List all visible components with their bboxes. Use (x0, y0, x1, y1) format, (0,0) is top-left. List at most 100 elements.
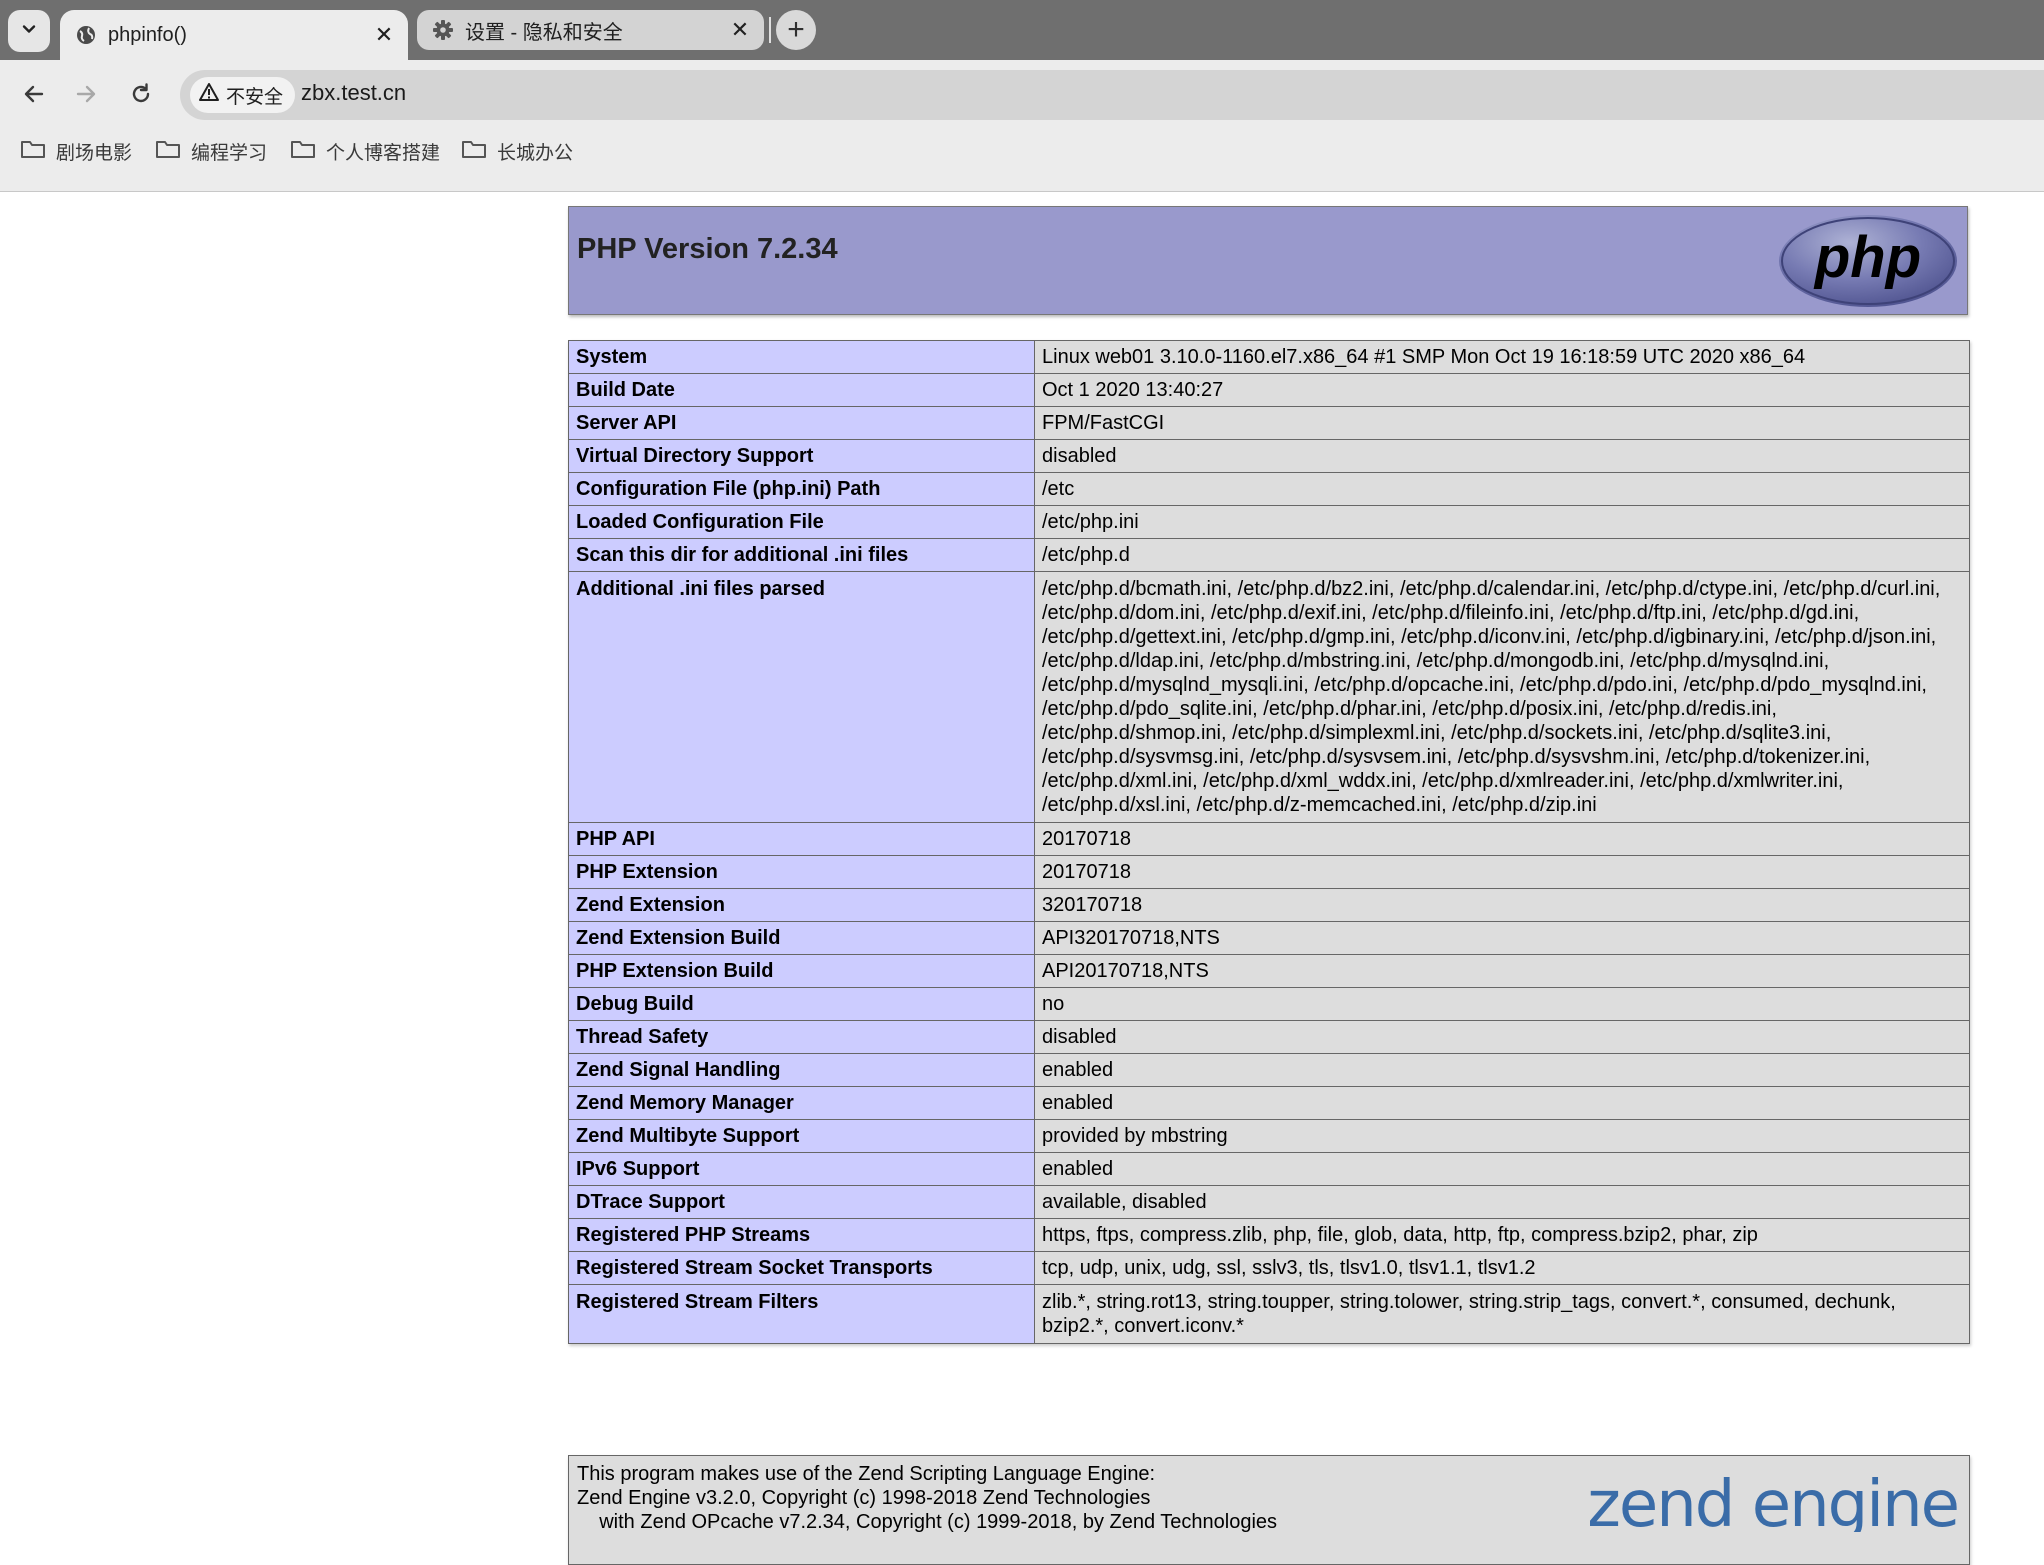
row-label: Virtual Directory Support (568, 439, 1035, 473)
table-row: System Linux web01 3.10.0-1160.el7.x86_64… (568, 340, 1970, 374)
zend-engine-logo[interactable]: zend engine (1583, 1466, 1963, 1532)
reload-icon (129, 82, 153, 111)
row-label: Configuration File (php.ini) Path (568, 472, 1035, 506)
tab-label: phpinfo() (108, 23, 187, 46)
table-row: Additional .ini files parsed/etc/php.d/b… (568, 571, 1970, 823)
table-row: Zend Multibyte Support provided by mbstri… (568, 1119, 1970, 1153)
table-row: Thread Safety disabled (568, 1020, 1970, 1054)
row-value: enabled (1034, 1086, 1970, 1120)
close-icon[interactable]: ✕ (726, 16, 754, 44)
table-row: Registered PHP Streams https, ftps, compr… (568, 1218, 1970, 1252)
back-button[interactable] (14, 76, 54, 116)
security-indicator[interactable]: 不安全 (190, 77, 296, 113)
tab-search-button[interactable] (8, 10, 50, 52)
globe-icon (74, 23, 98, 47)
folder-icon (20, 139, 46, 165)
row-label: IPv6 Support (568, 1152, 1035, 1186)
security-label: 不安全 (226, 86, 284, 108)
forward-button[interactable] (66, 76, 106, 116)
row-label: Zend Signal Handling (568, 1053, 1035, 1087)
table-row: PHP Extension Build API20170718,NTS (568, 954, 1970, 988)
tab-divider (769, 17, 771, 43)
row-label: Zend Extension (568, 888, 1035, 922)
url-text[interactable]: zbx.test.cn (301, 80, 406, 106)
bookmark-label: 个人博客搭建 (326, 143, 441, 164)
table-row: Registered Stream Socket Transports tcp, … (568, 1251, 1970, 1285)
close-icon[interactable]: ✕ (370, 21, 398, 49)
row-label: PHP Extension (568, 855, 1035, 889)
row-label: Scan this dir for additional .ini files (568, 538, 1035, 572)
new-tab-button[interactable]: + (776, 10, 816, 50)
row-value: /etc (1034, 472, 1970, 506)
bookmark-label: 长城办公 (497, 143, 574, 164)
php-logo-text: php (1813, 225, 1921, 290)
row-label: Thread Safety (568, 1020, 1035, 1054)
table-row: DTrace Support available, disabled (568, 1185, 1970, 1219)
bookmark-folder-blog[interactable]: 个人博客搭建 (290, 138, 440, 165)
tab-strip: phpinfo() ✕ 设置 - 隐私和安全 ✕ + (0, 0, 2044, 60)
tab-phpinfo[interactable]: phpinfo() ✕ (60, 10, 408, 60)
row-value: API20170718,NTS (1034, 954, 1970, 988)
row-value: /etc/php.ini (1034, 505, 1970, 539)
row-label: DTrace Support (568, 1185, 1035, 1219)
row-value: 20170718 (1034, 822, 1970, 856)
row-label: Build Date (568, 373, 1035, 407)
php-version-header: PHP Version 7.2.34 php (568, 206, 1968, 315)
bookmark-label: 剧场电影 (56, 143, 133, 164)
chevron-down-icon (20, 20, 38, 43)
row-label: Debug Build (568, 987, 1035, 1021)
row-value: no (1034, 987, 1970, 1021)
table-row: Zend Extension Build API320170718,NTS (568, 921, 1970, 955)
row-value: tcp, udp, unix, udg, ssl, sslv3, tls, tl… (1034, 1251, 1970, 1285)
row-value: Linux web01 3.10.0-1160.el7.x86_64 #1 SM… (1034, 340, 1970, 374)
warning-icon (198, 82, 220, 108)
php-info-table: System Linux web01 3.10.0-1160.el7.x86_64… (568, 340, 1970, 1344)
row-label: PHP Extension Build (568, 954, 1035, 988)
tab-label: 设置 - 隐私和安全 (465, 21, 623, 44)
row-value: zlib.*, string.rot13, string.toupper, st… (1034, 1284, 1970, 1344)
row-value: enabled (1034, 1053, 1970, 1087)
table-row: Loaded Configuration File/etc/php.ini (568, 505, 1970, 539)
table-row: Zend Extension 320170718 (568, 888, 1970, 922)
table-row: IPv6 Support enabled (568, 1152, 1970, 1186)
row-label: Zend Memory Manager (568, 1086, 1035, 1120)
reload-button[interactable] (121, 76, 161, 116)
row-label: Zend Multibyte Support (568, 1119, 1035, 1153)
address-bar[interactable] (180, 70, 2044, 120)
row-value: provided by mbstring (1034, 1119, 1970, 1153)
table-row: Zend Memory Manager enabled (568, 1086, 1970, 1120)
row-value: API320170718,NTS (1034, 921, 1970, 955)
table-row: Build Date Oct 1 2020 13:40:27 (568, 373, 1970, 407)
table-row: PHP Extension 20170718 (568, 855, 1970, 889)
bookmark-folder-office[interactable]: 长城办公 (461, 138, 573, 165)
zend-logo-text: zend engine (1587, 1468, 1958, 1532)
row-value: FPM/FastCGI (1034, 406, 1970, 440)
row-value: 20170718 (1034, 855, 1970, 889)
bookmark-folder-programming[interactable]: 编程学习 (155, 138, 267, 165)
row-label: Loaded Configuration File (568, 505, 1035, 539)
row-value: https, ftps, compress.zlib, php, file, g… (1034, 1218, 1970, 1252)
row-value: available, disabled (1034, 1185, 1970, 1219)
page-title: PHP Version 7.2.34 (577, 233, 838, 265)
row-value: /etc/php.d (1034, 538, 1970, 572)
table-row: Configuration File (php.ini) Path/etc (568, 472, 1970, 506)
row-value: /etc/php.d/bcmath.ini, /etc/php.d/bz2.in… (1034, 571, 1970, 823)
row-value: Oct 1 2020 13:40:27 (1034, 373, 1970, 407)
row-value: 320170718 (1034, 888, 1970, 922)
arrow-right-icon (74, 82, 98, 111)
row-label: Registered PHP Streams (568, 1218, 1035, 1252)
bookmark-folder-theater[interactable]: 剧场电影 (20, 138, 132, 165)
table-row: Server API FPM/FastCGI (568, 406, 1970, 440)
bookmark-label: 编程学习 (191, 143, 268, 164)
row-value: disabled (1034, 1020, 1970, 1054)
row-label: Additional .ini files parsed (568, 571, 1035, 823)
row-value: enabled (1034, 1152, 1970, 1186)
table-row: Scan this dir for additional .ini files /… (568, 538, 1970, 572)
zend-engine-text: This program makes use of the Zend Scrip… (577, 1463, 1278, 1533)
table-row: PHP API 20170718 (568, 822, 1970, 856)
row-value: disabled (1034, 439, 1970, 473)
tab-settings[interactable]: 设置 - 隐私和安全 ✕ (417, 10, 764, 50)
table-row: Debug Build no (568, 987, 1970, 1021)
row-label: PHP API (568, 822, 1035, 856)
php-logo[interactable]: php (1777, 213, 1959, 309)
